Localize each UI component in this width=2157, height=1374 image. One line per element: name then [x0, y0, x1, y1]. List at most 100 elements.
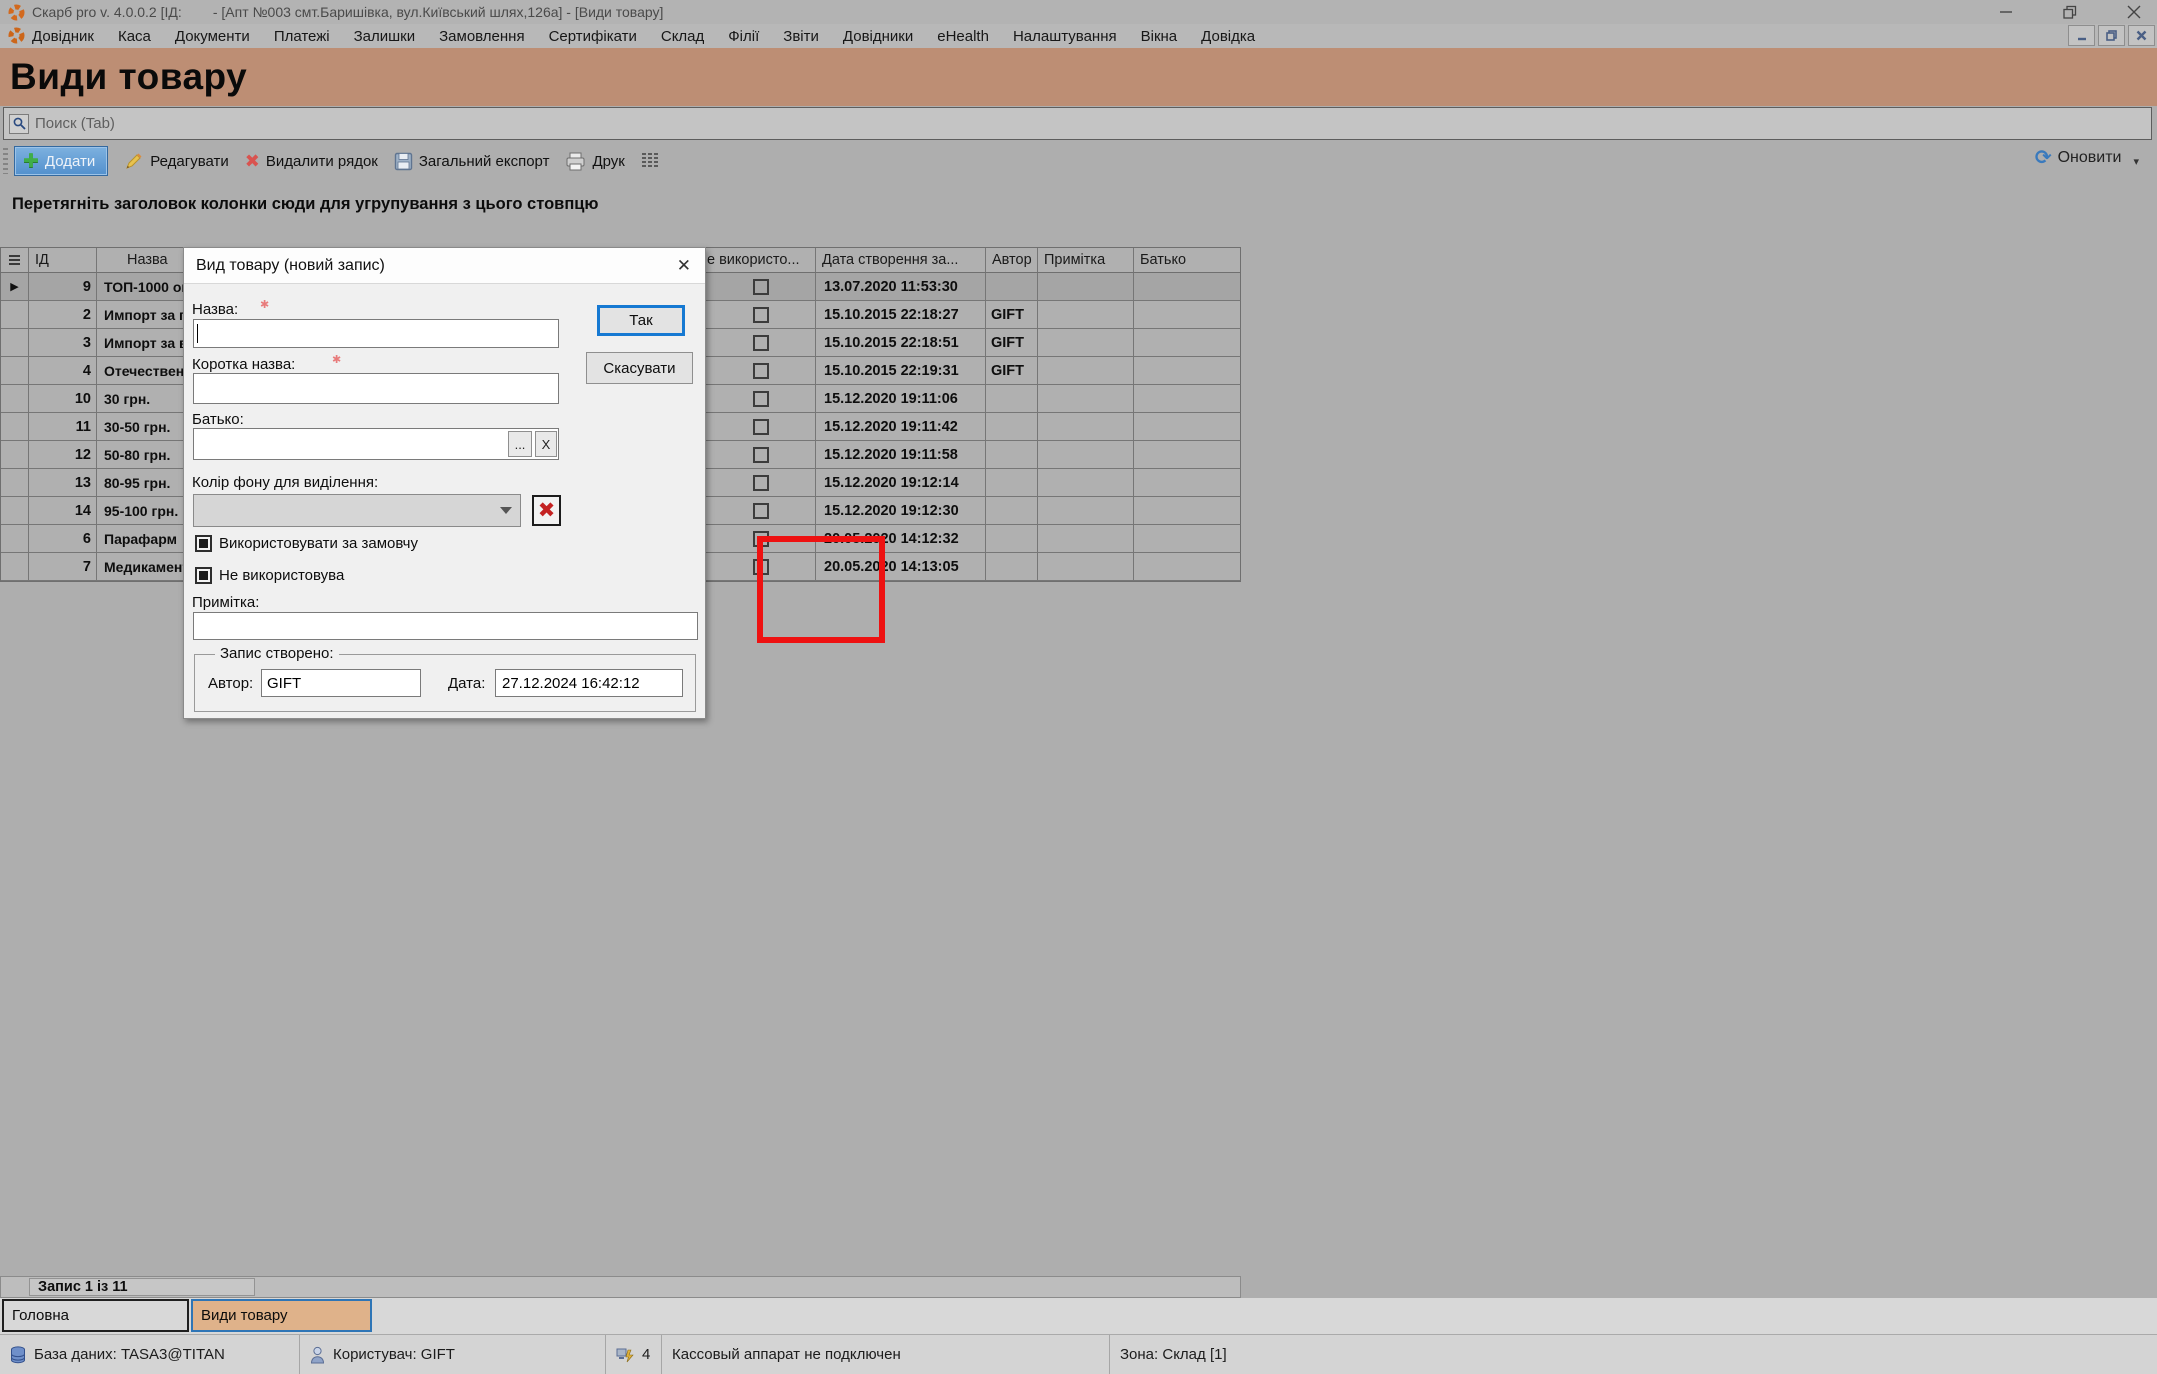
cell-parent [1134, 525, 1241, 553]
ok-button[interactable]: Так [597, 305, 685, 336]
header-parent[interactable]: Батько [1134, 248, 1241, 273]
checkbox-unchecked-icon[interactable] [753, 391, 769, 407]
dialog-close-icon[interactable]: ✕ [677, 256, 691, 276]
mdi-minimize-icon[interactable] [2068, 25, 2095, 46]
cell-parent [1134, 301, 1241, 329]
refresh-button[interactable]: ⟳ Оновити ▾ [2035, 145, 2139, 170]
cell-created: 15.12.2020 19:11:06 [816, 385, 986, 413]
date-input[interactable]: 27.12.2024 16:42:12 [495, 669, 683, 697]
toolbar-drag-handle[interactable] [3, 148, 8, 174]
checkbox-unchecked-icon[interactable] [753, 503, 769, 519]
menu-item-9[interactable]: Звіти [783, 28, 819, 45]
add-button-label: Додати [45, 153, 95, 170]
not-used-checkbox[interactable]: Не використовува [195, 567, 344, 584]
header-id[interactable]: ІД [29, 248, 97, 273]
use-by-default-checkbox[interactable]: Використовувати за замовчу [195, 535, 418, 552]
cancel-button[interactable]: Скасувати [586, 352, 693, 384]
menu-item-1[interactable]: Каса [118, 28, 151, 45]
close-icon[interactable] [2125, 3, 2143, 21]
menu-item-11[interactable]: eHealth [937, 28, 989, 45]
menu-item-8[interactable]: Філії [728, 28, 759, 45]
menu-item-13[interactable]: Вікна [1141, 28, 1178, 45]
restore-icon[interactable] [2061, 3, 2079, 21]
menu-item-12[interactable]: Налаштування [1013, 28, 1117, 45]
cell-id: 4 [29, 357, 97, 385]
menu-bar: Довідник Каса Документи Платежі Залишки Замов… [0, 24, 2157, 48]
cell-author [986, 525, 1038, 553]
add-button[interactable]: ✚ Додати [14, 146, 108, 176]
checkbox-unchecked-icon[interactable] [753, 447, 769, 463]
checkbox-unchecked-icon[interactable] [753, 307, 769, 323]
not-used-label: Не використовува [219, 567, 344, 584]
export-button[interactable]: Загальний експорт [394, 152, 550, 171]
menu-item-2[interactable]: Документи [175, 28, 250, 45]
menu-item-5[interactable]: Замовлення [439, 28, 524, 45]
checkbox-unchecked-icon[interactable] [753, 419, 769, 435]
header-indicator[interactable] [1, 248, 29, 273]
row-indicator [1, 385, 29, 413]
chevron-down-icon [500, 507, 512, 514]
cell-not-used [706, 273, 816, 301]
checkbox-unchecked-icon[interactable] [753, 531, 769, 547]
mdi-restore-icon[interactable] [2098, 25, 2125, 46]
menu-item-4[interactable]: Залишки [354, 28, 416, 45]
pencil-icon [124, 151, 144, 171]
minimize-icon[interactable] [1997, 3, 2015, 21]
cell-author: GIFT [986, 301, 1038, 329]
menu-item-10[interactable]: Довідники [843, 28, 913, 45]
search-input[interactable]: Поиск (Tab) [3, 107, 2152, 140]
connections-count: 4 [642, 1346, 650, 1363]
delete-row-button[interactable]: ✖ Видалити рядок [245, 151, 378, 172]
highlight-color-select[interactable] [193, 494, 521, 527]
cell-author [986, 413, 1038, 441]
note-input[interactable] [193, 612, 698, 640]
cell-parent [1134, 497, 1241, 525]
status-bar: База даних: TASA3@TITAN Користувач: GIFT… [0, 1334, 2157, 1374]
header-not-used[interactable]: е використо... [706, 248, 816, 273]
cell-id: 13 [29, 469, 97, 497]
user-icon [310, 1346, 325, 1364]
name-input[interactable] [193, 319, 559, 348]
cell-note [1038, 329, 1134, 357]
cell-created: 15.12.2020 19:12:30 [816, 497, 986, 525]
window-titlebar: Скарб pro v. 4.0.0.2 [ІД: - [Апт №003 см… [0, 0, 2157, 24]
checkbox-unchecked-icon[interactable] [753, 363, 769, 379]
cell-parent [1134, 385, 1241, 413]
edit-button[interactable]: Редагувати [124, 151, 229, 171]
note-label: Примітка: [192, 594, 259, 611]
menu-item-6[interactable]: Сертифікати [549, 28, 637, 45]
checkbox-unchecked-icon[interactable] [753, 279, 769, 295]
print-button[interactable]: Друк [565, 152, 624, 171]
date-label: Дата: [448, 675, 485, 692]
parent-clear-button[interactable]: X [535, 431, 557, 457]
clear-color-button[interactable]: ✖ [532, 495, 561, 526]
cell-note [1038, 301, 1134, 329]
menu-item-14[interactable]: Довідка [1201, 28, 1255, 45]
menu-item-7[interactable]: Склад [661, 28, 704, 45]
page-title: Види товару [10, 56, 247, 98]
chevron-down-icon[interactable]: ▾ [2133, 155, 2139, 168]
header-author[interactable]: Автор [986, 248, 1038, 273]
author-input[interactable]: GIFT [261, 669, 421, 697]
row-indicator [1, 497, 29, 525]
cell-author: GIFT [986, 357, 1038, 385]
cell-not-used [706, 441, 816, 469]
menu-item-0[interactable]: Довідник [32, 28, 94, 45]
menu-item-3[interactable]: Платежі [274, 28, 330, 45]
mdi-close-icon[interactable] [2128, 25, 2155, 46]
columns-button[interactable] [641, 151, 659, 171]
cell-created: 15.12.2020 19:12:14 [816, 469, 986, 497]
cell-note [1038, 497, 1134, 525]
tab-product-types[interactable]: Види товару [191, 1299, 372, 1332]
parent-browse-button[interactable]: ... [508, 431, 532, 457]
checkbox-unchecked-icon[interactable] [753, 559, 769, 575]
checkbox-unchecked-icon[interactable] [753, 335, 769, 351]
parent-input[interactable] [193, 428, 559, 460]
row-indicator [1, 357, 29, 385]
tab-home[interactable]: Головна [2, 1299, 189, 1332]
short-name-input[interactable] [193, 373, 559, 404]
cell-id: 7 [29, 553, 97, 581]
header-created[interactable]: Дата створення за... [816, 248, 986, 273]
checkbox-unchecked-icon[interactable] [753, 475, 769, 491]
header-note[interactable]: Примітка [1038, 248, 1134, 273]
